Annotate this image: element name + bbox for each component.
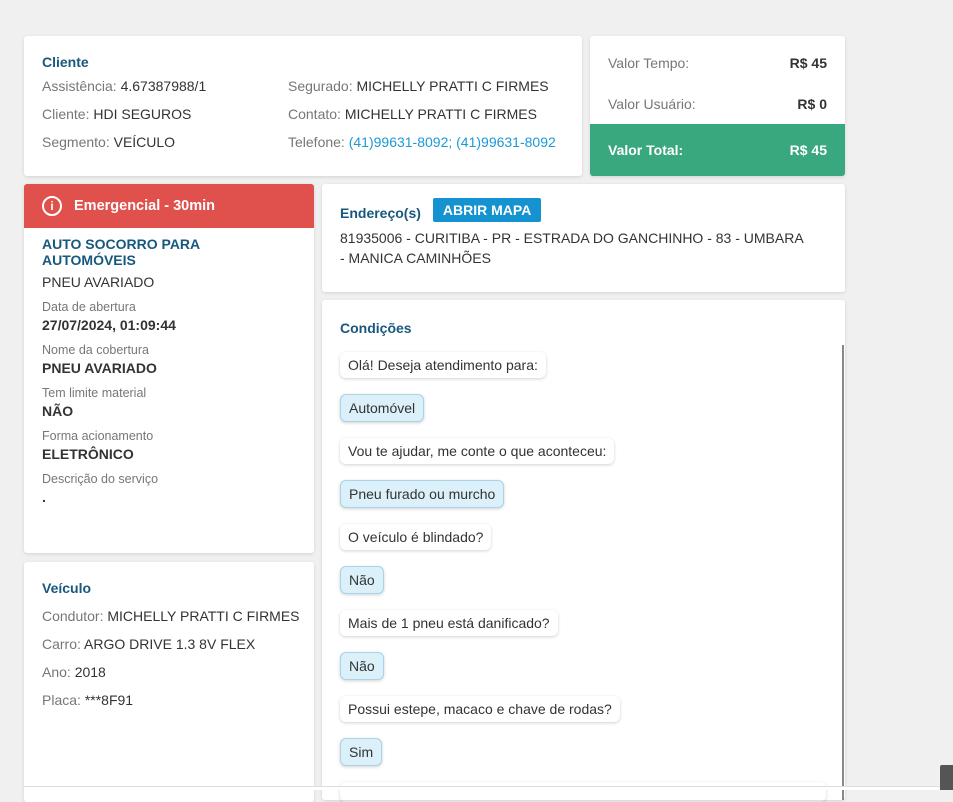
cliente-card: Cliente Assistência: 4.67387988/1 Client… (24, 36, 582, 176)
field-label: Nome da cobertura (42, 343, 150, 357)
field-label: Data de abertura (42, 300, 136, 314)
valor-tempo: Valor Tempo: R$ 45 (608, 55, 827, 71)
valores-card: Valor Tempo: R$ 45 Valor Usuário: R$ 0 Val… (590, 36, 845, 176)
condicoes-card: Condições Olá! Deseja atendimento para: A… (322, 300, 845, 800)
chat-answer: Automóvel (340, 394, 425, 422)
veiculo-title: Veículo (42, 580, 92, 596)
segurado-row: Segurado: MICHELLY PRATTI C FIRMES (288, 78, 549, 94)
emergencial-badge: i Emergencial - 30min (24, 184, 314, 228)
servico-subtitle: PNEU AVARIADO (42, 274, 155, 290)
bottom-bar (24, 786, 953, 790)
contato-row: Contato: MICHELLY PRATTI C FIRMES (288, 106, 537, 122)
cliente-title: Cliente (42, 54, 89, 70)
field-value: ELETRÔNICO (42, 446, 134, 462)
field-label: Tem limite material (42, 386, 147, 400)
chat-answer: Não (340, 652, 384, 680)
endereco-text: 81935006 - CURITIBA - PR - ESTRADA DO GA… (340, 230, 803, 266)
scroll-thumb[interactable] (940, 765, 953, 790)
endereco-title: Endereço(s) (340, 205, 421, 221)
telefone-row: Telefone: (41)99631-8092; (41)99631-8092 (288, 134, 556, 150)
chat-answer: Não (340, 566, 384, 594)
chat-bubble-partial (340, 782, 826, 802)
chat-question: Possui estepe, macaco e chave de rodas? (340, 696, 620, 722)
servico-card: i Emergencial - 30min AUTO SOCORRO PARA … (24, 184, 314, 553)
segmento-row: Segmento: VEÍCULO (42, 134, 176, 150)
endereco-card: Endereço(s) ABRIR MAPA 81935006 - CURITI… (322, 184, 845, 292)
scrollbar[interactable] (842, 345, 844, 800)
chat-answer: Sim (340, 738, 383, 766)
info-icon: i (42, 196, 62, 216)
servico-title: AUTO SOCORRO PARA AUTOMÓVEIS (42, 236, 200, 268)
chat-question: Olá! Deseja atendimento para: (340, 352, 546, 378)
field-value: . (42, 489, 46, 505)
chat-question: O veículo é blindado? (340, 524, 492, 550)
condutor-row: Condutor: MICHELLY PRATTI C FIRMES (42, 608, 300, 624)
field-label: Descrição do serviço (42, 472, 159, 486)
field-value: 27/07/2024, 01:09:44 (42, 317, 176, 333)
veiculo-card: Veículo Condutor: MICHELLY PRATTI C FIRM… (24, 562, 314, 802)
chat-question: Mais de 1 pneu está danificado? (340, 610, 558, 636)
chat-list[interactable]: Olá! Deseja atendimento para: Automóvel Vo… (340, 352, 827, 782)
field-value: PNEU AVARIADO (42, 360, 157, 376)
condicoes-title: Condições (340, 320, 412, 336)
cliente-row: Cliente: HDI SEGUROS (42, 106, 192, 122)
placa-row: Placa: ***8F91 (42, 692, 134, 708)
assistencia-row: Assistência: 4.67387988/1 (42, 78, 207, 94)
carro-row: Carro: ARGO DRIVE 1.3 8V FLEX (42, 636, 256, 652)
ano-row: Ano: 2018 (42, 664, 106, 680)
chat-question: Vou te ajudar, me conte o que aconteceu: (340, 438, 615, 464)
valor-total: Valor Total: R$ 45 (590, 124, 845, 176)
telefone-link[interactable]: (41)99631-8092; (41)99631-8092 (349, 134, 556, 150)
valor-usuario: Valor Usuário: R$ 0 (608, 96, 827, 112)
field-label: Forma acionamento (42, 429, 154, 443)
abrir-mapa-button[interactable]: ABRIR MAPA (432, 198, 542, 222)
field-value: NÃO (42, 403, 74, 419)
chat-answer: Pneu furado ou murcho (340, 480, 505, 508)
